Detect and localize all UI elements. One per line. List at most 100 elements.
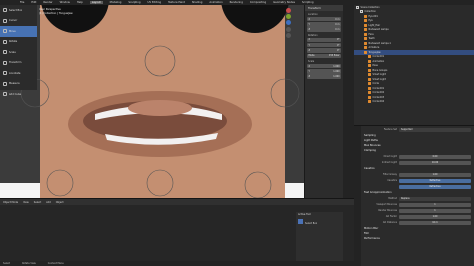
tool-annotate[interactable]: Annotate [0,68,37,79]
menu-item-rendering[interactable]: Rendering [230,1,243,4]
timeline-menu-add[interactable]: Add [46,201,51,204]
properties-tabs[interactable] [354,126,361,266]
tool-measure[interactable]: Measure [0,79,37,90]
outliner-item-label: Scene Collection [360,5,380,9]
transform-field[interactable]: Z 0 m [307,27,341,32]
property-value[interactable]: Refractive [399,184,471,189]
menu-item-help[interactable]: Help [77,1,83,4]
outliner-item-label: Face [368,32,374,36]
object-icon [368,59,371,63]
property-value[interactable]: Supported [399,127,471,132]
properties-editor: Feature Set Supported Sampling Light Paths M… [354,125,474,266]
outliner-item-label: Pose [372,64,378,68]
outliner-item-label: Nodeward Lampe [368,28,389,32]
timeline-menu-select[interactable]: Select [34,201,41,204]
collection-icon [356,5,359,9]
menu-item-modeling[interactable]: Modeling [110,1,122,4]
transform-field[interactable]: X 0° [307,37,341,43]
transform-header[interactable]: Transform [305,5,343,11]
transform-field[interactable]: Z 1.000 [307,74,341,79]
navigation-gizmo[interactable] [285,8,291,44]
tool-move[interactable]: Move [0,26,37,37]
field-key: X [308,64,311,68]
object-icon [368,77,371,81]
transform-field[interactable]: X 0 m [307,16,341,22]
transform-field[interactable]: X 1.000 [307,63,341,69]
transform-field[interactable]: Y 0° [307,42,341,48]
tool-label: Rotate [9,40,18,44]
property-value[interactable]: 1 [399,202,471,207]
property-value[interactable]: 1.00 [399,172,471,177]
tool-cursor[interactable]: Cursor [0,16,37,27]
menu-item-texture-paint[interactable]: Texture Paint [168,1,185,4]
x-axis-icon[interactable] [285,8,291,13]
property-value[interactable]: 1.00 [399,214,471,219]
timeline-menu-view[interactable]: View [23,201,29,204]
object-icon [368,64,371,68]
property-value[interactable]: 10 m [399,220,471,225]
z-axis-icon[interactable] [285,20,291,26]
property-field: AO Distance 10 m [371,220,474,225]
menu-item-compositing[interactable]: Compositing [250,1,266,4]
status-hint: Rotate View [22,262,36,265]
property-value[interactable]: Reflective [399,178,471,183]
menu-item-layout[interactable]: Layout [89,1,103,4]
field-value: 0 m [335,28,340,32]
outliner-item-label: Circle.004 [372,100,385,104]
tool-add-cube[interactable]: Add Cube [0,89,37,100]
property-field: Render Bounces 1 [371,208,474,213]
tool-label: Annotate [9,71,21,75]
properties-section-caustics[interactable]: Caustics [361,166,474,171]
field-key: Y [308,43,310,47]
timeline-menu-object[interactable]: Object [56,201,64,204]
menu-item-sculpting[interactable]: Sculpting [128,1,140,4]
object-icon [364,41,367,45]
active-tool-name: Select Box [304,222,318,225]
menu-item-render[interactable]: Render [43,1,52,4]
active-object-info: (1) Collection | TongueJaw [39,12,73,15]
tool-thumbnail-icon[interactable] [298,219,303,224]
transform-field[interactable]: Z 0° [307,48,341,53]
tool-scale[interactable]: Scale [0,47,37,58]
3d-viewport[interactable] [0,5,343,198]
property-label: AO Distance [382,221,397,224]
tool-rotate[interactable]: Rotate [0,37,37,48]
tool-select-box[interactable]: Select Box [0,5,37,16]
outliner: Scene Collection Collection Eye.001 Eye Ligh… [354,5,474,125]
status-bar: Select Rotate View Context Menu [0,261,354,266]
menu-item-edit[interactable]: Edit [31,1,36,4]
field-key: Z [308,49,311,53]
tool-label: Move [9,29,16,33]
transform-field[interactable]: Y 0 m [307,22,341,27]
menu-item-animation[interactable]: Animation [209,1,222,4]
transform-field[interactable]: Mode XYZ Euler [307,53,341,59]
menu-item-geometry-nodes[interactable]: Geometry Nodes [273,1,295,4]
timeline-menu-object-mode[interactable]: Object Mode [3,201,18,204]
object-icon [368,68,371,72]
property-value[interactable]: 1 [399,208,471,213]
menu-item-scripting[interactable]: Scripting [302,1,314,4]
menu-item-uv-editing[interactable]: UV Editing [148,1,162,4]
properties-section-fast-gi-approximation[interactable]: Fast GI Approximation [361,190,474,195]
field-value: 1.000 [333,64,340,68]
y-axis-icon[interactable] [285,14,291,20]
properties-section-performance[interactable]: Performance [361,236,474,241]
properties-section-clamping[interactable]: Clamping [361,148,474,153]
transform-field[interactable]: Y 1.000 [307,69,341,74]
outliner-item[interactable]: Circle.004 [354,100,474,105]
property-value[interactable]: 10.00 [399,160,471,165]
menu-item-file[interactable]: File [20,1,24,4]
property-field: AO Factor 1.00 [371,214,474,219]
menu-item-window[interactable]: Window [60,1,70,4]
property-field: Indirect Light 10.00 [371,160,474,165]
property-value[interactable]: Replace [399,196,471,201]
menu-item-shading[interactable]: Shading [192,1,203,4]
property-value[interactable]: 0.00 [399,154,471,159]
tool-transform[interactable]: Transform [0,58,37,69]
sidebar-tabs[interactable] [343,5,354,198]
tool-label: Measure [9,82,20,86]
tool-icon [3,8,7,13]
zoom-icon[interactable] [285,26,291,32]
pan-icon[interactable] [285,32,291,38]
timeline-header: Object Mode View Select Add Object [0,199,354,205]
